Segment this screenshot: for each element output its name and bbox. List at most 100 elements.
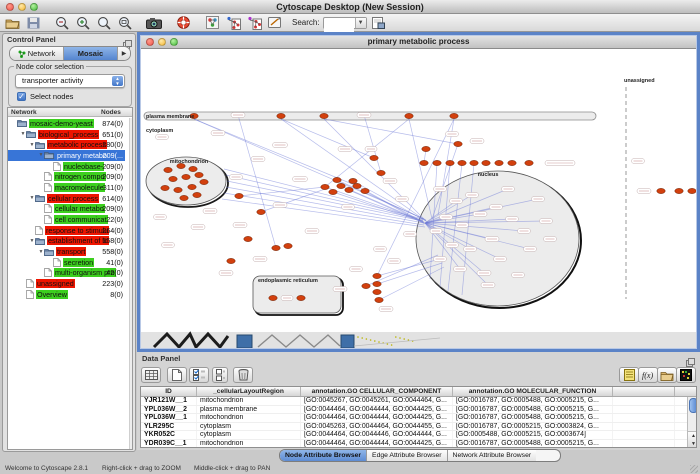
network-node[interactable] <box>284 243 292 248</box>
network-node[interactable] <box>174 187 182 192</box>
snapshot-camera-icon[interactable] <box>145 15 163 31</box>
column-header-2[interactable]: annotation.GO CELLULAR_COMPONENT <box>301 387 453 396</box>
tree-scrollbar[interactable] <box>129 118 133 450</box>
network-node[interactable] <box>446 160 454 165</box>
search-dropdown-arrow[interactable]: ▼ <box>355 18 366 28</box>
tab-network-attribute-browser[interactable]: Network Attribute Browser <box>448 450 537 461</box>
table-scrollbar[interactable]: ▲▼ <box>687 397 697 448</box>
select-attributes-icon[interactable] <box>189 367 209 383</box>
network-tree-header[interactable]: Network Nodes <box>8 108 132 117</box>
network-canvas[interactable]: plasma membranecytoplasmmitochondrionnuc… <box>140 49 697 349</box>
network-node[interactable] <box>450 113 458 118</box>
network-node[interactable] <box>375 297 383 302</box>
minimize-window-button[interactable] <box>18 3 26 11</box>
network-node[interactable] <box>420 160 428 165</box>
network-node[interactable] <box>320 113 328 118</box>
table-row[interactable]: YKR052Ccytoplasm[GO:0044464, GO:0044446,… <box>141 431 696 440</box>
tree-row-cell-communicat[interactable]: cell communicat22(0) <box>8 214 125 225</box>
network-node[interactable] <box>688 188 696 193</box>
network-node[interactable] <box>422 146 430 151</box>
tab-node-attribute-browser[interactable]: Node Attribute Browser <box>280 450 367 461</box>
network-node[interactable] <box>189 166 197 171</box>
network-node[interactable] <box>235 193 243 198</box>
layout-icon[interactable] <box>203 15 221 31</box>
network-node[interactable] <box>657 188 665 193</box>
network-node[interactable] <box>269 295 277 300</box>
save-icon[interactable] <box>24 15 42 31</box>
network-node[interactable] <box>321 184 329 189</box>
network-node[interactable] <box>345 187 353 192</box>
vizmapper-icon[interactable] <box>266 15 284 31</box>
tree-row-response-to-stimulu[interactable]: response to stimulu264(0) <box>8 225 125 236</box>
close-window-button[interactable] <box>6 3 14 11</box>
function-builder-icon[interactable]: f(x) <box>638 367 658 383</box>
zoom-window-button[interactable] <box>30 3 38 11</box>
tree-row-cellular-metabo[interactable]: cellular metabo209(0) <box>8 204 125 215</box>
tree-row-establishment-of-lo[interactable]: ▼establishment of lo558(0) <box>8 236 125 247</box>
tree-row-cellular-process[interactable]: ▼cellular process614(0) <box>8 193 125 204</box>
attribute-list-icon[interactable] <box>619 367 639 383</box>
network-node[interactable] <box>495 160 503 165</box>
network-node[interactable] <box>333 177 341 182</box>
network-node[interactable] <box>377 170 385 175</box>
delete-attribute-icon[interactable] <box>233 367 253 383</box>
network-node[interactable] <box>433 160 441 165</box>
network-edge[interactable] <box>226 187 424 223</box>
attribute-save-icon[interactable] <box>370 15 388 31</box>
tree-row-unassigned[interactable]: unassigned223(0) <box>8 278 125 289</box>
select-nodes-checkbox[interactable]: ✓ <box>17 92 26 101</box>
network-edge[interactable] <box>325 119 409 187</box>
network-node[interactable] <box>362 283 370 288</box>
network-node[interactable] <box>349 178 357 183</box>
attribute-table-icon[interactable] <box>141 367 161 383</box>
network-node[interactable] <box>370 155 378 160</box>
network-edge[interactable] <box>379 267 444 300</box>
network-node[interactable] <box>164 167 172 172</box>
help-lifering-icon[interactable] <box>174 15 192 31</box>
zoom-selected-icon[interactable] <box>95 15 113 31</box>
attribute-table-header[interactable]: ID_cellularLayoutRegionannotation.GO CEL… <box>141 387 696 397</box>
tree-row-transport[interactable]: ▼transport558(0) <box>8 246 125 257</box>
table-scrollbar-thumb[interactable] <box>689 398 697 413</box>
network-edge[interactable] <box>324 119 458 144</box>
network-node[interactable] <box>458 160 466 165</box>
tab-edge-attribute-browser[interactable]: Edge Attribute Browser <box>367 450 448 461</box>
network-edge[interactable] <box>337 180 426 220</box>
network-node[interactable] <box>257 209 265 214</box>
tree-row-biological-process[interactable]: ▼biological_process651(0) <box>8 129 125 140</box>
table-scrollbar-arrows[interactable]: ▲▼ <box>688 431 697 448</box>
new-attribute-icon[interactable] <box>167 367 187 383</box>
network-node[interactable] <box>405 113 413 118</box>
column-header-empty[interactable] <box>613 387 675 396</box>
network-node[interactable] <box>227 258 235 263</box>
column-header-3[interactable]: annotation.GO MOLECULAR_FUNCTION <box>453 387 613 396</box>
network-node[interactable] <box>244 236 252 241</box>
network-node[interactable] <box>329 189 337 194</box>
tree-row-metabolic-process[interactable]: ▼metabolic process280(0) <box>8 139 125 150</box>
network-node[interactable] <box>277 113 285 118</box>
zoom-fit-icon[interactable] <box>116 15 134 31</box>
attribute-matrix-icon[interactable] <box>676 367 696 383</box>
network-node[interactable] <box>182 174 190 179</box>
column-header-1[interactable]: _cellularLayoutRegion <box>197 387 301 396</box>
network-view-titlebar[interactable]: primary metabolic process <box>140 35 697 49</box>
search-combo[interactable]: ▼ <box>323 17 367 29</box>
network-edge[interactable] <box>238 115 276 248</box>
table-row[interactable]: YDR039C__1mitochondrion[GO:0044464, GO:0… <box>141 440 696 448</box>
network-node[interactable] <box>353 183 361 188</box>
tree-row-macromolecule[interactable]: macromolecule311(0) <box>8 182 125 193</box>
view-close-button[interactable] <box>146 38 154 46</box>
view-zoom-button[interactable] <box>170 38 178 46</box>
import-attributes-icon[interactable] <box>657 367 677 383</box>
zoom-out-icon[interactable] <box>53 15 71 31</box>
network-node[interactable] <box>525 160 533 165</box>
node-color-dropdown[interactable]: transporter activity ▲▼ <box>15 74 125 88</box>
network-edge[interactable] <box>222 199 425 227</box>
network-node[interactable] <box>195 172 203 177</box>
network-node[interactable] <box>373 289 381 294</box>
network-node[interactable] <box>337 183 345 188</box>
network-node[interactable] <box>169 176 177 181</box>
apply-layout-1-icon[interactable] <box>224 15 242 31</box>
tree-row-mosaic-demo-yeast[interactable]: mosaic-demo-yeast874(0) <box>8 118 125 129</box>
network-node[interactable] <box>454 141 462 146</box>
